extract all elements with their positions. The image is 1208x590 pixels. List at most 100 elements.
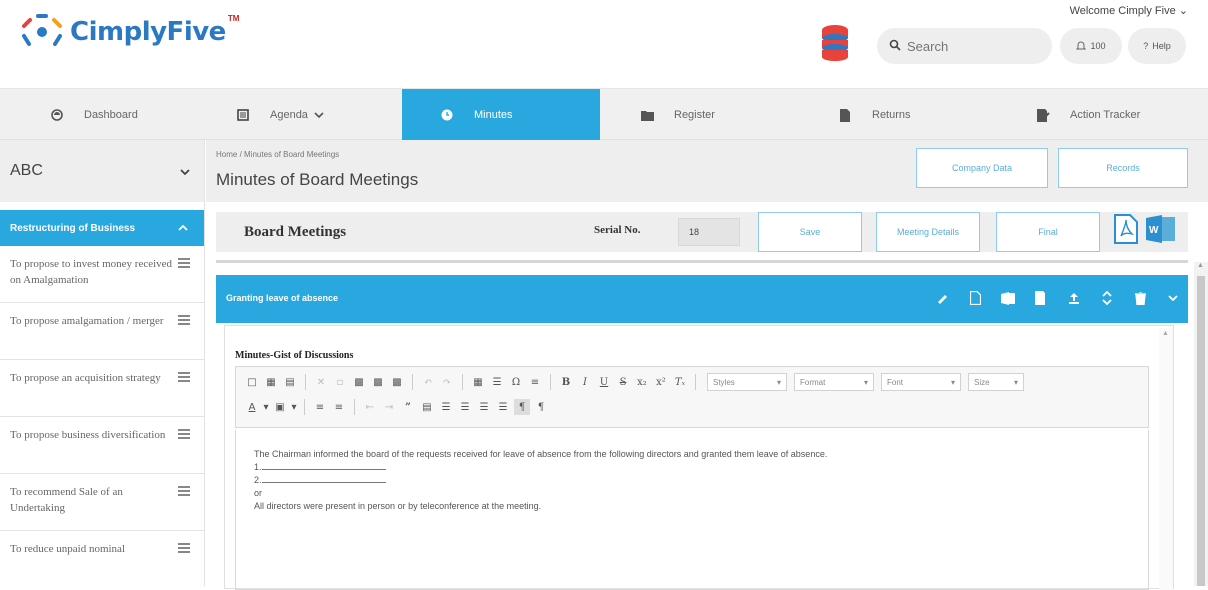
- company-select[interactable]: ABC: [0, 140, 204, 202]
- bg-color-icon[interactable]: ▣: [272, 399, 288, 415]
- align-center-icon[interactable]: ☰: [457, 399, 473, 415]
- nav-register[interactable]: Register: [640, 89, 800, 141]
- font-dropdown[interactable]: Font ▾: [881, 373, 961, 391]
- nav-minutes[interactable]: Minutes: [402, 89, 600, 141]
- hamburger-icon[interactable]: [178, 258, 190, 270]
- pencil-icon[interactable]: [935, 289, 949, 307]
- ltr-icon[interactable]: ¶: [514, 399, 530, 415]
- remove-format-icon[interactable]: Tₓ: [672, 374, 688, 390]
- bold-icon[interactable]: B: [558, 374, 574, 390]
- upload-icon[interactable]: [1067, 289, 1081, 307]
- horizontal-line-icon[interactable]: ☰: [489, 374, 505, 390]
- dropdown-arrow-icon: ▾: [863, 377, 868, 387]
- sidebar-item-label: To reduce unpaid nominal: [10, 543, 126, 555]
- paste-icon[interactable]: ▩: [351, 374, 367, 390]
- records-button[interactable]: Records: [1058, 148, 1188, 188]
- numbered-list-icon[interactable]: ≡: [312, 399, 328, 415]
- sidebar-item[interactable]: To reduce unpaid nominal: [0, 531, 204, 588]
- format-dropdown[interactable]: Format ▾: [794, 373, 874, 391]
- hamburger-icon[interactable]: [178, 429, 190, 441]
- notifications-button[interactable]: 100: [1060, 28, 1122, 64]
- save-button[interactable]: Save: [758, 212, 862, 252]
- paste-text-icon[interactable]: ▩: [370, 374, 386, 390]
- company-data-button[interactable]: Company Data: [916, 148, 1048, 188]
- nav-returns[interactable]: Returns: [838, 89, 998, 141]
- hamburger-icon[interactable]: [178, 543, 190, 555]
- database-icon[interactable]: [820, 24, 850, 62]
- sidebar-item[interactable]: To propose an acquisition strategy: [0, 360, 204, 417]
- justify-icon[interactable]: ☰: [495, 399, 511, 415]
- dropdown-arrow-icon[interactable]: ▾: [291, 399, 297, 415]
- blockquote-icon[interactable]: ”: [400, 399, 416, 415]
- bullet-list-icon[interactable]: ≡: [331, 399, 347, 415]
- sidebar-item-label: To propose business diversification: [10, 429, 166, 441]
- breadcrumb[interactable]: Home / Minutes of Board Meetings: [216, 150, 339, 159]
- agenda-item-header[interactable]: Granting leave of absence: [216, 275, 1188, 323]
- size-dropdown[interactable]: Size ▾: [968, 373, 1024, 391]
- word-icon[interactable]: W: [1146, 214, 1176, 249]
- text-color-icon[interactable]: A: [244, 399, 260, 415]
- undo-icon[interactable]: ↶: [420, 374, 436, 390]
- scroll-up-icon[interactable]: ▲: [1197, 262, 1204, 269]
- sidebar-item[interactable]: To recommend Sale of an Undertaking: [0, 474, 204, 531]
- preview-icon[interactable]: ▦: [263, 374, 279, 390]
- paste-word-icon[interactable]: ▩: [389, 374, 405, 390]
- serial-input[interactable]: 18: [678, 218, 740, 246]
- align-right-icon[interactable]: ☰: [476, 399, 492, 415]
- svg-text:W: W: [1149, 225, 1159, 236]
- scrollbar-thumb[interactable]: [1197, 276, 1205, 586]
- search-box[interactable]: [877, 28, 1052, 64]
- dropdown-arrow-icon: ▾: [1013, 377, 1018, 387]
- cut-icon[interactable]: ✕: [313, 374, 329, 390]
- copy-text-icon[interactable]: ▫: [332, 374, 348, 390]
- sidebar-item[interactable]: To propose business diversification: [0, 417, 204, 474]
- outdent-icon[interactable]: ⇤: [362, 399, 378, 415]
- new-page-icon[interactable]: □: [244, 374, 260, 390]
- nav-agenda[interactable]: Agenda: [236, 89, 396, 141]
- pdf-icon[interactable]: [1114, 214, 1138, 249]
- editor-container: Minutes-Gist of Discussions □ ▦ ▤ ✕ ▫ ▩ …: [224, 325, 1174, 590]
- pdf-file-icon[interactable]: [968, 289, 982, 307]
- chevron-down-icon[interactable]: [1166, 289, 1180, 307]
- sidebar-item[interactable]: To propose amalgamation / merger: [0, 303, 204, 360]
- underline-icon[interactable]: U: [596, 374, 612, 390]
- final-button[interactable]: Final: [996, 212, 1100, 252]
- rtl-icon[interactable]: ¶: [533, 399, 549, 415]
- table-icon[interactable]: ▦: [470, 374, 486, 390]
- welcome-menu[interactable]: Welcome Cimply Five ⌄: [1070, 4, 1188, 17]
- align-left-icon[interactable]: ☰: [438, 399, 454, 415]
- page-break-icon[interactable]: ≡: [527, 374, 543, 390]
- nav-label: Register: [674, 109, 715, 121]
- editor-line-number: 2.: [254, 475, 262, 485]
- page-scrollbar[interactable]: ▲: [1194, 262, 1208, 586]
- dropdown-arrow-icon[interactable]: ▾: [263, 399, 269, 415]
- editor-scrollbar[interactable]: ▲: [1159, 328, 1173, 590]
- editor-body[interactable]: The Chairman informed the board of the r…: [235, 430, 1149, 590]
- hamburger-icon[interactable]: [178, 372, 190, 384]
- trash-icon[interactable]: [1133, 289, 1147, 307]
- div-container-icon[interactable]: ▤: [419, 399, 435, 415]
- word-file-icon[interactable]: [1001, 289, 1015, 307]
- superscript-icon[interactable]: x²: [653, 374, 669, 390]
- search-input[interactable]: [907, 38, 1037, 54]
- special-char-icon[interactable]: Ω: [508, 374, 524, 390]
- sidebar-item[interactable]: To propose to invest money received on A…: [0, 246, 204, 303]
- reorder-icon[interactable]: [1100, 289, 1114, 307]
- hamburger-icon[interactable]: [178, 315, 190, 327]
- strikethrough-icon[interactable]: S: [615, 374, 631, 390]
- nav-dashboard[interactable]: Dashboard: [50, 89, 210, 141]
- redo-icon[interactable]: ↷: [439, 374, 455, 390]
- templates-icon[interactable]: ▤: [282, 374, 298, 390]
- subscript-icon[interactable]: x₂: [634, 374, 650, 390]
- help-button[interactable]: ? Help: [1128, 28, 1186, 64]
- styles-dropdown[interactable]: Styles ▾: [707, 373, 787, 391]
- copy-icon[interactable]: [1034, 289, 1048, 307]
- italic-icon[interactable]: I: [577, 374, 593, 390]
- meeting-details-button[interactable]: Meeting Details: [876, 212, 980, 252]
- hamburger-icon[interactable]: [178, 486, 190, 498]
- scroll-up-icon[interactable]: ▲: [1162, 330, 1169, 337]
- logo[interactable]: CimplyFive TM: [20, 12, 239, 52]
- sidebar-section-header[interactable]: Restructuring of Business: [0, 210, 204, 246]
- indent-icon[interactable]: ⇥: [381, 399, 397, 415]
- nav-action-tracker[interactable]: Action Tracker: [1036, 89, 1196, 141]
